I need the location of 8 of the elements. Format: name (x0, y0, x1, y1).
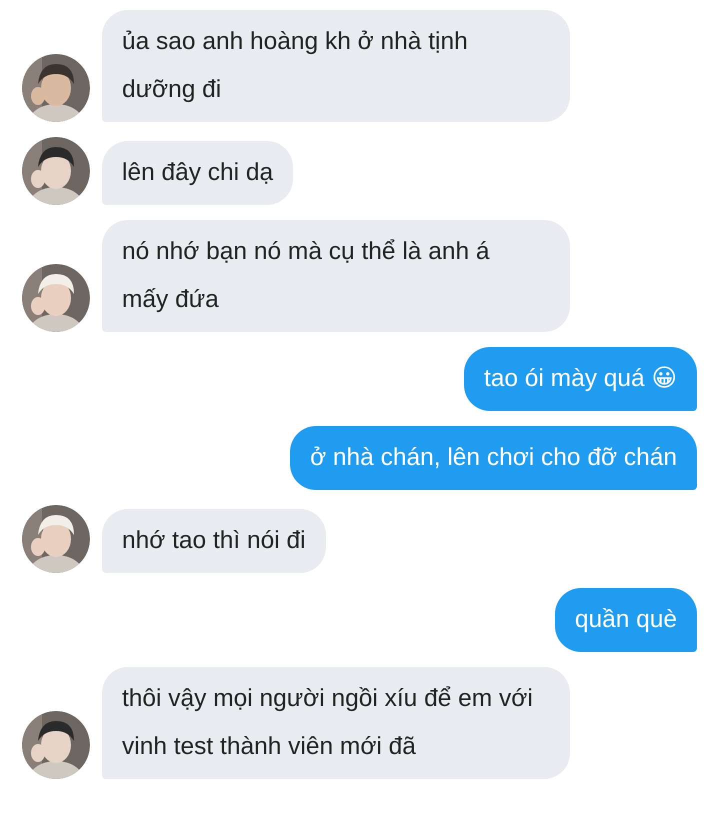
message-bubble: ở nhà chán, lên chơi cho đỡ chán (290, 426, 697, 490)
message-bubble: ủa sao anh hoàng kh ở nhà tịnh dưỡng đi (102, 10, 570, 122)
message-bubble: thôi vậy mọi người ngồi xíu để em với vinh test thành viên mới đã (102, 667, 570, 779)
message-bubble: lên đây chi dạ (102, 141, 294, 205)
message-bubble: nó nhớ bạn nó mà cụ thể là anh á mấy đứa (102, 220, 570, 332)
message-bubble: quần què (554, 588, 697, 652)
message-bubble: tao ói mày quá 😀 (464, 347, 697, 411)
message-bubble: nhớ tao thì nói đi (102, 509, 326, 573)
